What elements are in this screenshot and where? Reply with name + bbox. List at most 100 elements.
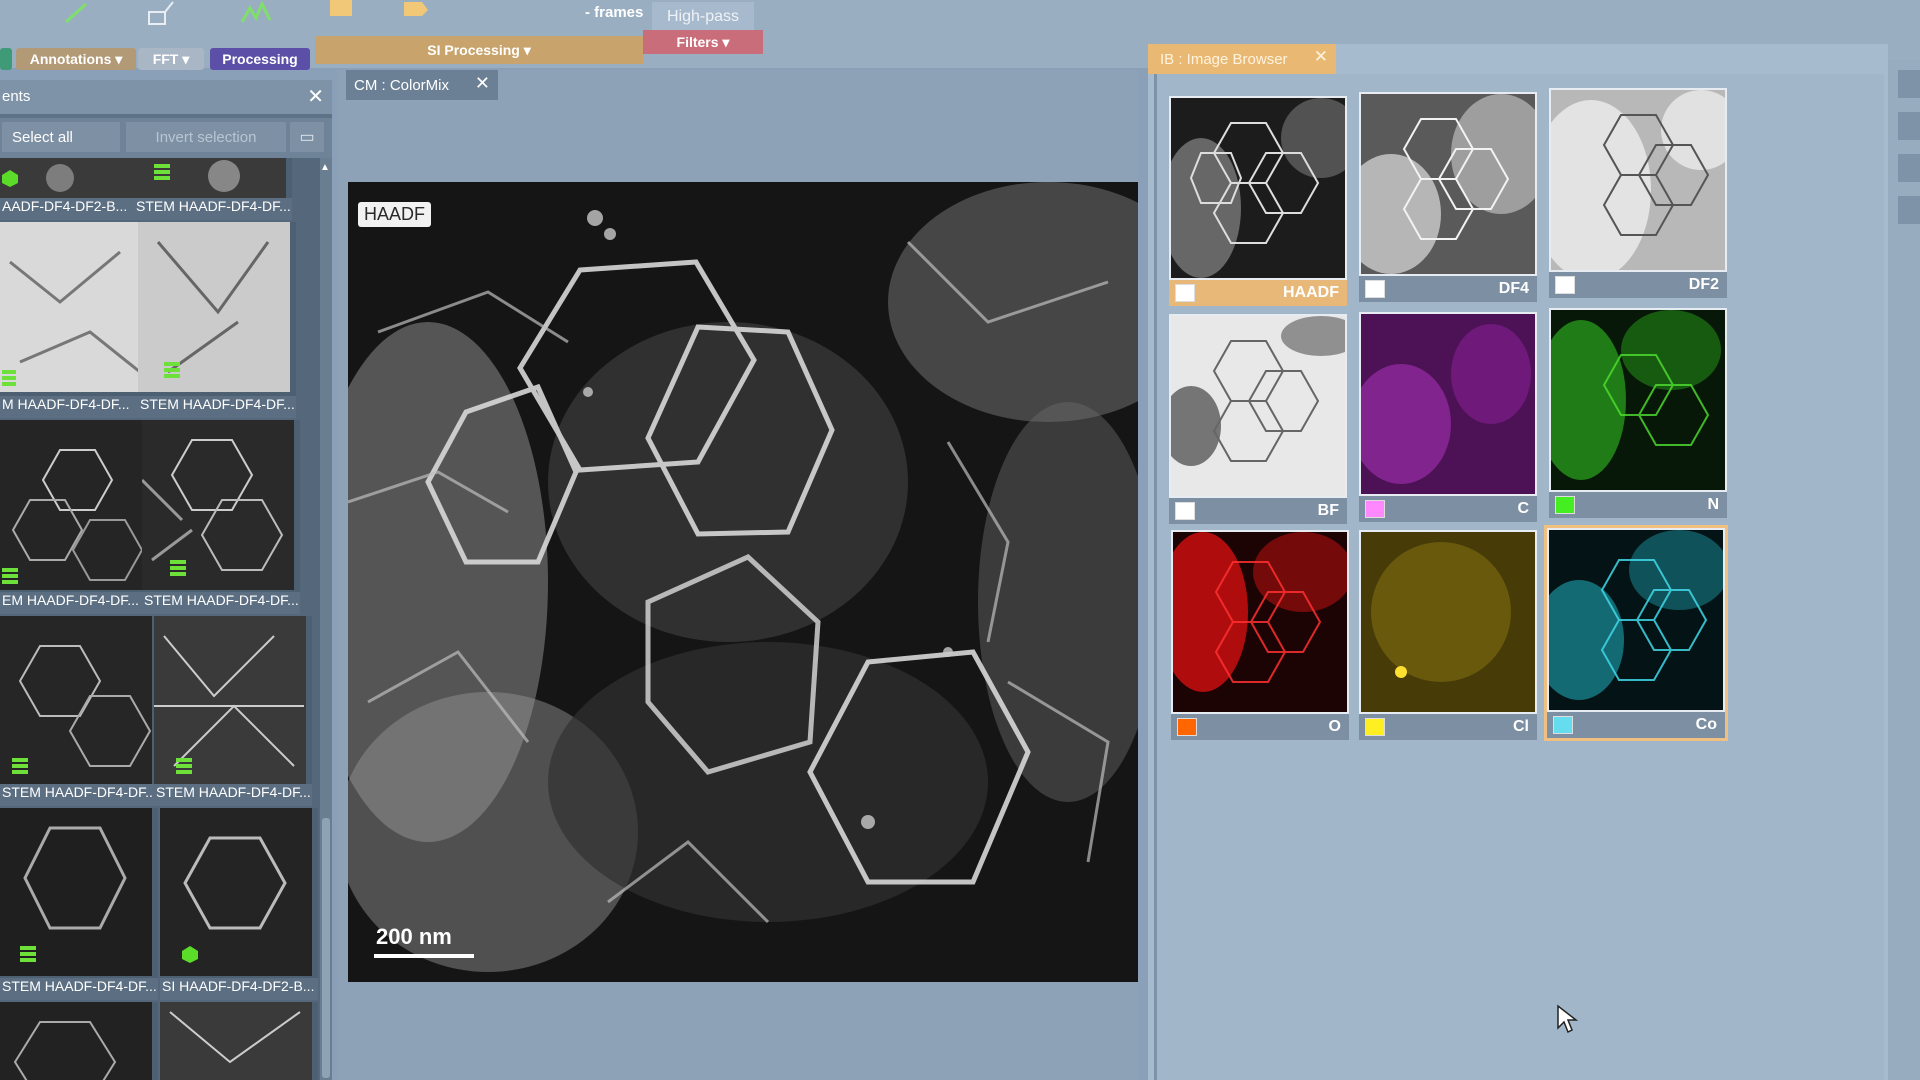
color-swatch[interactable]	[1177, 718, 1197, 736]
list-item[interactable]: STEM HAADF-DF4-DF...	[0, 616, 158, 806]
channel-label: HAADF	[1169, 280, 1347, 306]
image-stack-icon	[2, 568, 18, 584]
channel-label: DF4	[1359, 276, 1537, 302]
color-swatch[interactable]	[1365, 500, 1385, 518]
list-item[interactable]: STEM HAADF-DF4-DF...	[0, 808, 158, 1000]
tab-colormix[interactable]: CM : ColorMix ✕	[346, 70, 498, 100]
mouse-cursor-icon	[1557, 1004, 1578, 1034]
tab-title: CM : ColorMix	[354, 76, 450, 94]
color-swatch[interactable]	[1175, 502, 1195, 520]
list-item[interactable]	[0, 1002, 158, 1080]
color-swatch[interactable]	[1553, 716, 1573, 734]
side-tool-button[interactable]	[1898, 196, 1920, 224]
color-swatch[interactable]	[1555, 496, 1575, 514]
channel-image	[1171, 316, 1345, 496]
processing-menu[interactable]: Processing	[210, 48, 310, 70]
rectangle-tool-icon[interactable]	[326, 0, 360, 26]
channel-image	[1549, 530, 1723, 710]
list-item[interactable]: STEM HAADF-DF4-DF...	[142, 420, 300, 614]
browser-item-df2[interactable]: DF2	[1549, 88, 1727, 298]
image-browser-panel: IB : Image Browser ✕ HAADF DF4 DF2 BF C …	[1148, 44, 1888, 1080]
channel-label: Cl	[1359, 714, 1537, 740]
image-stack-icon	[170, 560, 186, 576]
close-icon[interactable]: ✕	[1314, 47, 1328, 67]
spectrum-tool-icon[interactable]	[240, 0, 274, 26]
selection-toolbar: Select all Invert selection ▭	[0, 118, 332, 158]
colormix-panel: CM : ColorMix ✕ HAADF 200 nm	[338, 70, 1138, 1080]
close-icon[interactable]: ✕	[475, 73, 490, 94]
image-stack-icon	[176, 758, 192, 774]
browser-item-n[interactable]: N	[1549, 308, 1727, 518]
thumbnail-caption: STEM HAADF-DF4-DF...	[142, 592, 300, 614]
list-item[interactable]	[160, 1002, 318, 1080]
invert-selection-button[interactable]: Invert selection	[126, 122, 286, 152]
channel-label: O	[1171, 714, 1349, 740]
thumbnail-caption: STEM HAADF-DF4-DF...	[0, 784, 158, 806]
si-processing-menu[interactable]: SI Processing ▾	[315, 36, 643, 64]
color-swatch[interactable]	[1365, 718, 1385, 736]
thumbnail-grid: AADF-DF4-DF2-B... STEM HAADF-DF4-DF... M…	[0, 158, 320, 1080]
thumbnail-image	[160, 1002, 312, 1080]
browser-item-bf[interactable]: BF	[1169, 314, 1347, 524]
fft-menu[interactable]: FFT ▾	[138, 48, 204, 70]
list-item[interactable]: STEM HAADF-DF4-DF...	[138, 222, 296, 418]
list-item[interactable]: SI HAADF-DF4-DF2-B...	[160, 808, 318, 1000]
image-stack-icon	[20, 946, 36, 962]
browser-item-c[interactable]: C	[1359, 312, 1537, 522]
image-browser-grid: HAADF DF4 DF2 BF C N O Cl Co	[1154, 74, 1884, 1080]
tab-image-browser[interactable]: IB : Image Browser ✕	[1148, 44, 1336, 74]
browser-item-o[interactable]: O	[1171, 530, 1349, 740]
close-icon[interactable]: ✕	[307, 84, 324, 109]
browser-item-df4[interactable]: DF4	[1359, 92, 1537, 302]
image-stack-icon	[154, 164, 170, 180]
list-item[interactable]: STEM HAADF-DF4-DF...	[154, 616, 312, 806]
side-tool-button[interactable]	[1898, 154, 1920, 182]
channel-image	[1361, 532, 1535, 712]
image-stack-icon	[2, 370, 16, 386]
browser-item-haadf[interactable]: HAADF	[1169, 96, 1347, 306]
channel-label: Co	[1547, 712, 1725, 738]
scroll-up-icon[interactable]: ▲	[320, 162, 330, 173]
channel-label: C	[1359, 496, 1537, 522]
menu-left-edge[interactable]	[0, 48, 12, 70]
annotations-menu[interactable]: Annotations ▾	[16, 48, 136, 70]
channel-label: HAADF	[358, 202, 432, 227]
frames-label: - frames	[585, 4, 644, 21]
thumbnail-image	[0, 158, 152, 198]
thumbnail-caption: STEM HAADF-DF4-DF...	[0, 978, 158, 1000]
profile-tool-icon[interactable]	[145, 0, 179, 26]
side-tool-button[interactable]	[1898, 70, 1920, 98]
thumbnail-image	[138, 222, 290, 392]
browser-item-co[interactable]: Co	[1544, 525, 1728, 741]
filters-menu[interactable]: Filters ▾	[643, 30, 763, 54]
channel-image	[1361, 94, 1535, 274]
select-all-button[interactable]: Select all	[2, 122, 120, 152]
thumbnail-caption: STEM HAADF-DF4-DF...	[154, 784, 312, 806]
side-tool-button[interactable]	[1898, 112, 1920, 140]
channel-label: DF2	[1549, 272, 1727, 298]
haadf-image-view[interactable]: HAADF 200 nm	[348, 182, 1138, 982]
thumbnail-caption: STEM HAADF-DF4-DF...	[134, 198, 292, 220]
scrollbar-thumb[interactable]	[322, 818, 330, 1078]
browser-item-cl[interactable]: Cl	[1359, 530, 1537, 740]
list-item[interactable]: M HAADF-DF4-DF...	[0, 222, 158, 418]
list-item[interactable]: STEM HAADF-DF4-DF...	[134, 158, 292, 220]
tag-tool-icon[interactable]	[400, 0, 434, 26]
highpass-button[interactable]: High-pass	[652, 2, 754, 32]
image-stack-icon	[164, 362, 180, 378]
folder-icon[interactable]: ▭	[290, 122, 324, 152]
list-item[interactable]: EM HAADF-DF4-DF...	[0, 420, 158, 614]
channel-image	[1173, 532, 1347, 712]
color-swatch[interactable]	[1365, 280, 1385, 298]
thumbnail-caption: M HAADF-DF4-DF...	[0, 396, 158, 418]
line-tool-icon[interactable]	[58, 0, 92, 26]
scale-bar-label: 200 nm	[376, 924, 452, 949]
thumbnail-image	[0, 420, 152, 590]
color-swatch[interactable]	[1175, 284, 1195, 302]
thumbnail-caption: SI HAADF-DF4-DF2-B...	[160, 978, 318, 1000]
thumbnail-caption: STEM HAADF-DF4-DF...	[138, 396, 296, 418]
spectrum-image-icon	[182, 946, 198, 963]
color-swatch[interactable]	[1555, 276, 1575, 294]
channel-label: BF	[1169, 498, 1347, 524]
vertical-scrollbar[interactable]: ▲	[320, 158, 332, 1080]
